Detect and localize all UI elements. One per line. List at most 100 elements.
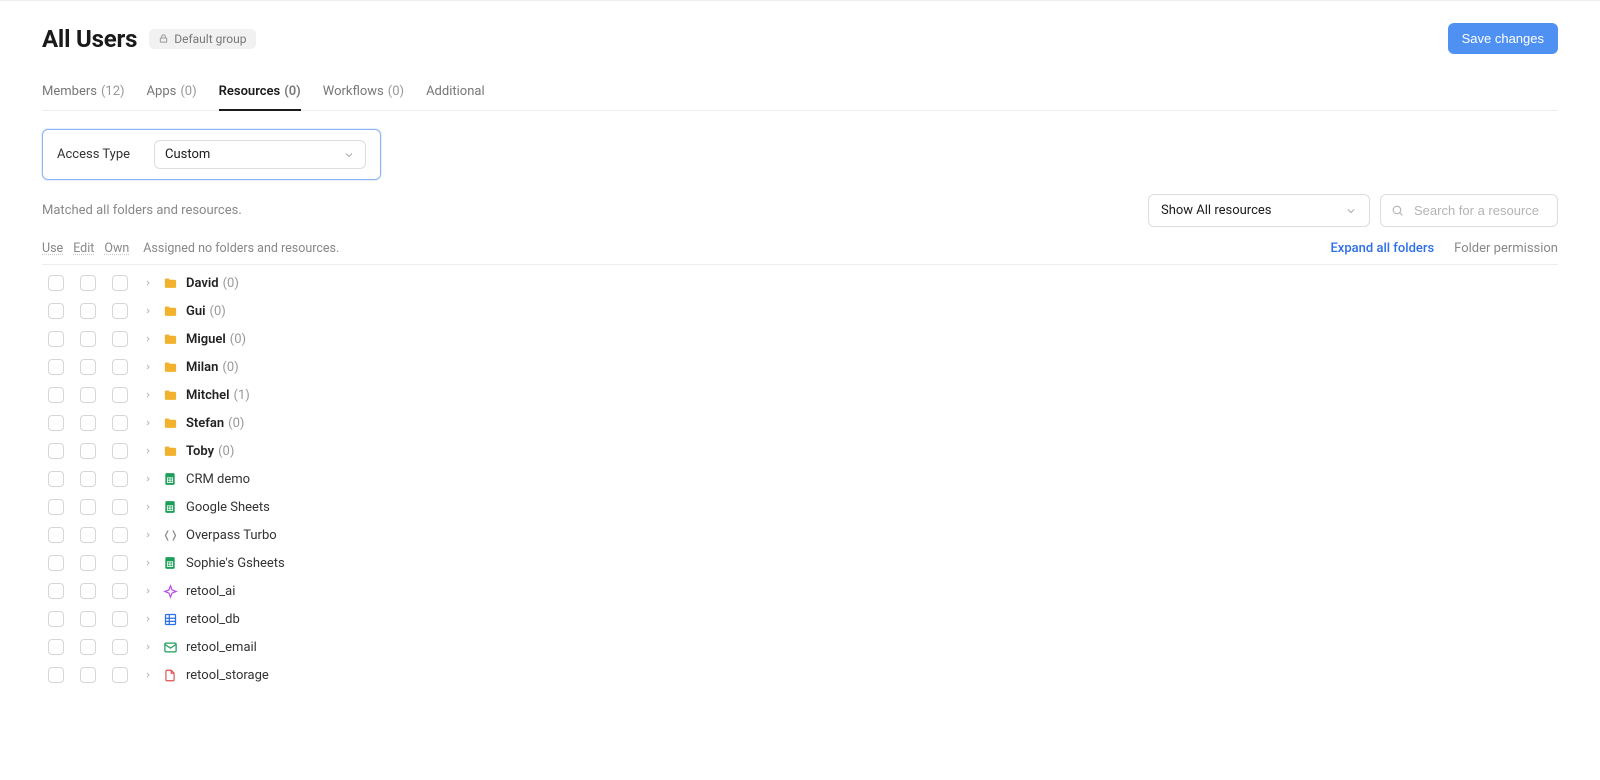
- checkbox-own[interactable]: [112, 527, 128, 543]
- checkbox-use[interactable]: [48, 527, 64, 543]
- resource-row: Milan(0): [42, 353, 1558, 381]
- checkbox-edit[interactable]: [80, 471, 96, 487]
- tab-members[interactable]: Members(12): [42, 78, 125, 111]
- resource-name[interactable]: Sophie's Gsheets: [186, 556, 285, 571]
- checkbox-own[interactable]: [112, 443, 128, 459]
- resource-search[interactable]: [1380, 194, 1558, 227]
- checkbox-use[interactable]: [48, 331, 64, 347]
- expand-caret[interactable]: [144, 559, 158, 567]
- resource-name[interactable]: retool_ai: [186, 584, 235, 599]
- checkbox-use[interactable]: [48, 303, 64, 319]
- checkbox-own[interactable]: [112, 415, 128, 431]
- resource-name[interactable]: Mitchel: [186, 388, 230, 403]
- search-input[interactable]: [1412, 202, 1547, 219]
- checkbox-use[interactable]: [48, 443, 64, 459]
- resource-name[interactable]: Overpass Turbo: [186, 528, 277, 543]
- checkbox-edit[interactable]: [80, 527, 96, 543]
- resource-name[interactable]: retool_storage: [186, 668, 269, 683]
- checkbox-own[interactable]: [112, 555, 128, 571]
- resource-name[interactable]: retool_db: [186, 612, 240, 627]
- checkbox-edit[interactable]: [80, 639, 96, 655]
- checkbox-own[interactable]: [112, 499, 128, 515]
- resource-name[interactable]: CRM demo: [186, 472, 250, 487]
- checkbox-edit[interactable]: [80, 303, 96, 319]
- resource-name[interactable]: David: [186, 276, 219, 291]
- tab-count: (12): [101, 84, 125, 99]
- resource-name[interactable]: Google Sheets: [186, 500, 270, 515]
- search-icon: [1391, 204, 1404, 217]
- expand-caret[interactable]: [144, 475, 158, 483]
- resource-name[interactable]: retool_email: [186, 640, 257, 655]
- checkbox-own[interactable]: [112, 583, 128, 599]
- checkbox-edit[interactable]: [80, 331, 96, 347]
- checkbox-edit[interactable]: [80, 667, 96, 683]
- checkbox-use[interactable]: [48, 275, 64, 291]
- expand-caret[interactable]: [144, 587, 158, 595]
- checkbox-use[interactable]: [48, 359, 64, 375]
- tab-workflows[interactable]: Workflows(0): [323, 78, 404, 111]
- expand-caret[interactable]: [144, 363, 158, 371]
- checkbox-use[interactable]: [48, 471, 64, 487]
- tab-label: Apps: [147, 84, 177, 99]
- checkbox-use[interactable]: [48, 415, 64, 431]
- checkbox-use[interactable]: [48, 667, 64, 683]
- tabs: Members(12)Apps(0)Resources(0)Workflows(…: [42, 78, 1558, 111]
- tab-count: (0): [388, 84, 404, 99]
- expand-caret[interactable]: [144, 643, 158, 651]
- checkbox-edit[interactable]: [80, 443, 96, 459]
- resource-row: Sophie's Gsheets: [42, 549, 1558, 577]
- resource-row: Miguel(0): [42, 325, 1558, 353]
- resource-name[interactable]: Miguel: [186, 332, 226, 347]
- resource-name[interactable]: Toby: [186, 444, 214, 459]
- checkbox-edit[interactable]: [80, 583, 96, 599]
- resource-name[interactable]: Stefan: [186, 416, 224, 431]
- checkbox-own[interactable]: [112, 471, 128, 487]
- checkbox-edit[interactable]: [80, 555, 96, 571]
- sheets-icon: [162, 471, 178, 487]
- resource-name[interactable]: Gui: [186, 304, 206, 319]
- expand-caret[interactable]: [144, 335, 158, 343]
- tab-additional[interactable]: Additional: [426, 78, 485, 111]
- expand-caret[interactable]: [144, 279, 158, 287]
- expand-caret[interactable]: [144, 307, 158, 315]
- checkbox-edit[interactable]: [80, 611, 96, 627]
- expand-caret[interactable]: [144, 531, 158, 539]
- checkbox-own[interactable]: [112, 303, 128, 319]
- expand-caret[interactable]: [144, 503, 158, 511]
- checkbox-use[interactable]: [48, 499, 64, 515]
- checkbox-own[interactable]: [112, 387, 128, 403]
- expand-caret[interactable]: [144, 671, 158, 679]
- checkbox-own[interactable]: [112, 667, 128, 683]
- checkbox-own[interactable]: [112, 331, 128, 347]
- tab-apps[interactable]: Apps(0): [147, 78, 197, 111]
- folder-permission-link[interactable]: Folder permission: [1454, 241, 1558, 256]
- checkbox-use[interactable]: [48, 639, 64, 655]
- expand-all-folders-link[interactable]: Expand all folders: [1330, 241, 1434, 256]
- access-type-select[interactable]: Custom: [154, 140, 366, 169]
- checkbox-use[interactable]: [48, 611, 64, 627]
- checkbox-own[interactable]: [112, 359, 128, 375]
- checkbox-use[interactable]: [48, 387, 64, 403]
- checkbox-edit[interactable]: [80, 415, 96, 431]
- checkbox-edit[interactable]: [80, 359, 96, 375]
- page-title: All Users: [42, 25, 137, 53]
- checkbox-own[interactable]: [112, 611, 128, 627]
- save-changes-button[interactable]: Save changes: [1448, 23, 1558, 54]
- checkbox-own[interactable]: [112, 639, 128, 655]
- checkbox-edit[interactable]: [80, 499, 96, 515]
- checkbox-use[interactable]: [48, 555, 64, 571]
- expand-caret[interactable]: [144, 391, 158, 399]
- expand-caret[interactable]: [144, 419, 158, 427]
- resource-count: (0): [218, 444, 234, 459]
- checkbox-use[interactable]: [48, 583, 64, 599]
- expand-caret[interactable]: [144, 615, 158, 623]
- checkbox-own[interactable]: [112, 275, 128, 291]
- matched-text: Matched all folders and resources.: [42, 203, 242, 218]
- expand-caret[interactable]: [144, 447, 158, 455]
- checkbox-edit[interactable]: [80, 275, 96, 291]
- col-edit: Edit: [73, 241, 94, 256]
- resource-filter-select[interactable]: Show All resources: [1148, 194, 1370, 227]
- checkbox-edit[interactable]: [80, 387, 96, 403]
- resource-name[interactable]: Milan: [186, 360, 218, 375]
- tab-resources[interactable]: Resources(0): [219, 78, 301, 111]
